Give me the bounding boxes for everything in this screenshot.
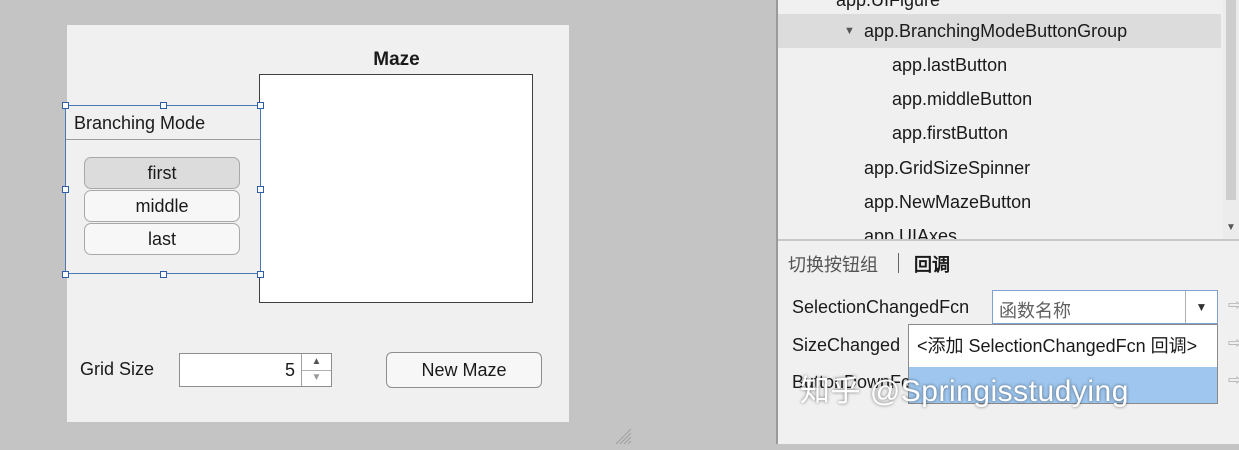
spin-up-icon[interactable]: ▲ [302,354,331,371]
first-toggle-button[interactable]: first [84,157,240,189]
callback-combobox-value[interactable]: 函数名称 [999,297,1071,323]
goto-callback-icon[interactable]: ⇨ [1228,373,1239,389]
tree-item-last-button[interactable]: app.lastButton [892,48,1007,82]
goto-callback-icon[interactable]: ⇨ [1228,298,1239,314]
tree-item-new-maze-button[interactable]: app.NewMazeButton [864,185,1031,219]
new-maze-button[interactable]: New Maze [386,352,542,388]
design-canvas[interactable]: Maze Branching Mode first middle last Gr… [0,0,776,445]
tree-item-first-button[interactable]: app.firstButton [892,116,1008,150]
panel-divider[interactable] [778,239,1239,241]
watermark: 知乎 @Springisstudying [800,375,1129,408]
last-toggle-button[interactable]: last [84,223,240,255]
button-group-title: Branching Mode [66,106,260,140]
axes-title: Maze [373,49,420,70]
grid-size-label: Grid Size [80,359,155,379]
chevron-down-icon[interactable]: ▼ [1185,291,1217,323]
selection-handle[interactable] [257,102,264,109]
selection-handle[interactable] [62,271,69,278]
grid-size-spinner[interactable]: 5 ▲ ▼ [179,353,332,387]
scrollbar-thumb[interactable] [1226,0,1236,200]
tab-callbacks[interactable]: 回调 [914,251,950,277]
spinner-buttons: ▲ ▼ [301,354,331,386]
selection-handle[interactable] [62,186,69,193]
selection-handle[interactable] [62,102,69,109]
chevron-down-icon[interactable]: ▼ [844,14,855,48]
dropdown-item-add-callback[interactable]: <添加 SelectionChangedFcn 回调> [909,328,1217,364]
selection-handle[interactable] [160,271,167,278]
selection-handle[interactable] [257,271,264,278]
tree-scrollbar[interactable]: ▼ [1223,0,1239,239]
selection-handle[interactable] [160,102,167,109]
tree-item-middle-button[interactable]: app.middleButton [892,82,1032,116]
tree-item-label: app.BranchingModeButtonGroup [864,21,1128,41]
spin-down-icon[interactable]: ▼ [302,370,331,386]
grid-size-value[interactable]: 5 [285,360,295,381]
tree-item-grid-size-spinner[interactable]: app.GridSizeSpinner [864,151,1030,185]
scroll-down-icon[interactable]: ▼ [1223,220,1239,236]
tree-item-ui-axes[interactable]: app.UIAxes [864,219,957,239]
middle-toggle-button[interactable]: middle [84,190,240,222]
property-label-selection-changed-fcn: SelectionChangedFcn [792,297,970,317]
resize-grip-icon[interactable] [610,423,632,445]
goto-callback-icon[interactable]: ⇨ [1228,336,1239,352]
maze-axes[interactable] [259,74,533,303]
property-label-size-changed: SizeChanged [792,335,901,355]
tab-toggle-button-group[interactable]: 切换按钮组 [788,251,878,277]
tree-item-branching-mode-button-group[interactable]: ▼ app.BranchingModeButtonGroup [778,14,1221,48]
callback-combobox[interactable]: 函数名称 ▼ [992,290,1218,324]
tab-separator [898,253,899,273]
selection-handle[interactable] [257,186,264,193]
component-tree[interactable]: app.UIFigure ▼ app.BranchingModeButtonGr… [778,0,1223,239]
